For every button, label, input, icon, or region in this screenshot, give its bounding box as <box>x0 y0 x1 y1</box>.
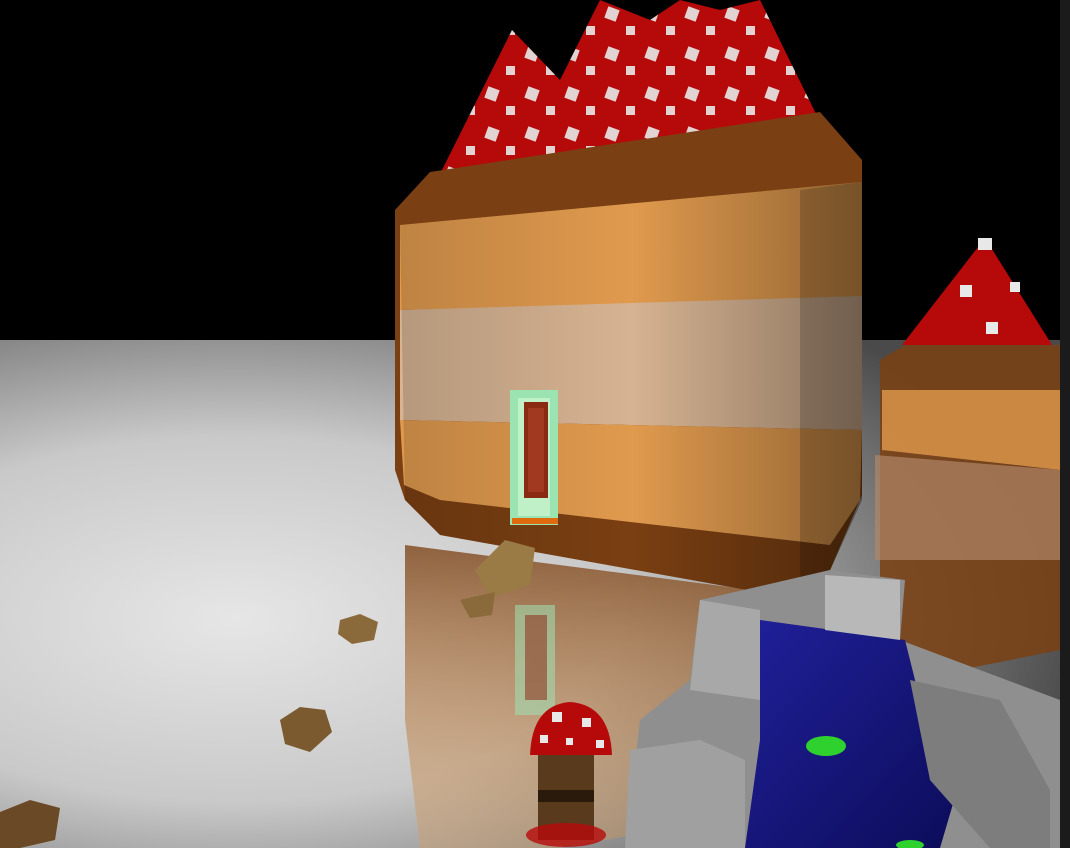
scene-svg <box>0 0 1070 848</box>
right-edge-border <box>1060 0 1070 848</box>
render-scene <box>0 0 1070 848</box>
house-door <box>510 390 558 525</box>
cake-house <box>395 112 862 595</box>
lily-pad <box>806 736 846 756</box>
